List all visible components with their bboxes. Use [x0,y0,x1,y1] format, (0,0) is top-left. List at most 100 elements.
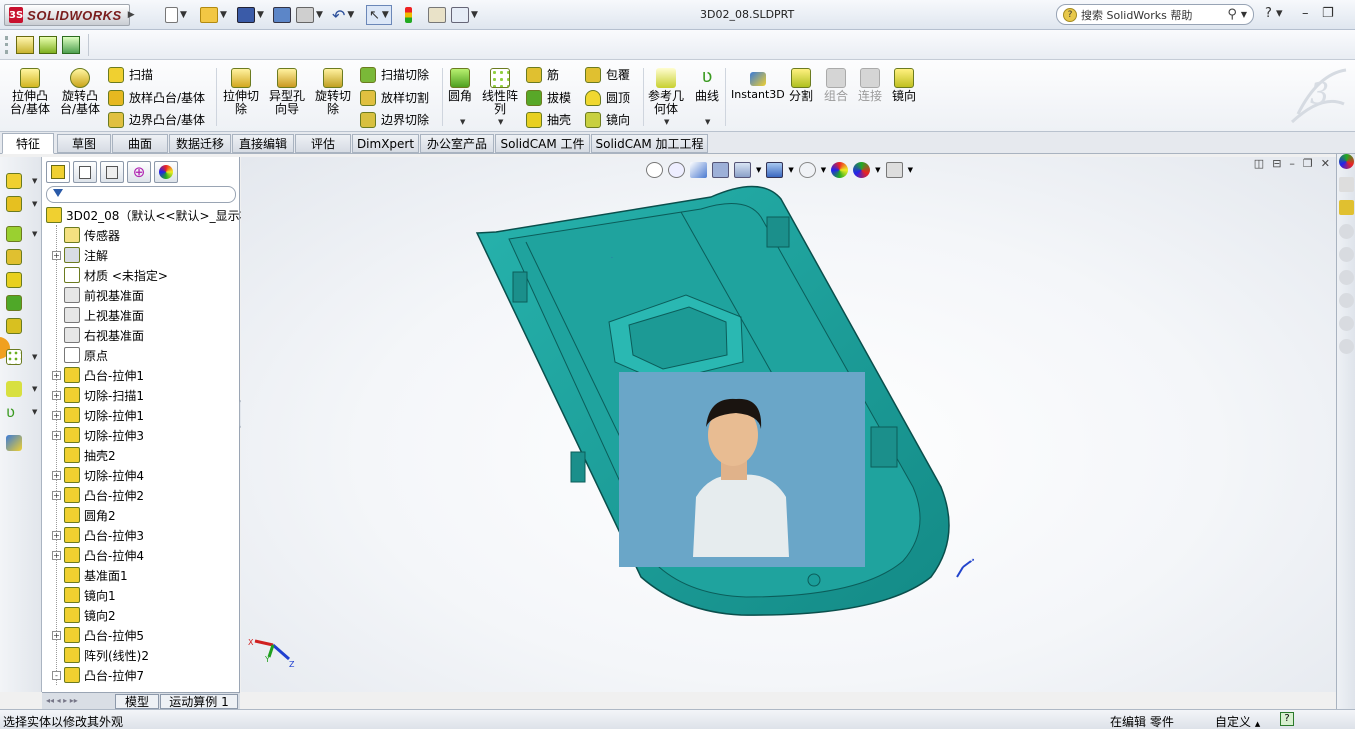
tree-item[interactable]: 上视基准面 [52,305,144,325]
tree-item[interactable]: 传感器 [52,225,120,245]
tab-sketch[interactable]: 草图 [57,134,111,153]
chevron-down-icon[interactable]: ▼ [32,353,37,361]
instant3d-icon[interactable] [6,435,22,451]
tab-features[interactable]: 特征 [2,133,54,154]
rebuild-button[interactable] [273,5,291,25]
loft-boss-button[interactable]: 放样凸台/基体 [108,89,205,106]
chevron-down-icon[interactable]: ▼ [32,200,37,208]
curves-icon[interactable]: ʋ [6,404,22,420]
hole-wizard-button[interactable]: 异型孔 向导 [269,68,305,116]
fillet-button[interactable]: 圆角 [448,68,472,103]
tree-item[interactable]: + 凸台-拉伸4 [52,545,144,565]
tree-item[interactable]: + 切除-扫描1 [52,385,144,405]
fillet-icon[interactable] [6,226,22,242]
scroll-arrows-icon[interactable]: ◂◂ ◂ ▸ ▸▸ [46,696,78,705]
revolve-boss-button[interactable]: 旋转凸 台/基体 [60,68,100,116]
tree-expander[interactable]: + [52,410,61,420]
boundary-cut-button[interactable]: 边界切除 [360,111,429,128]
revolve-cut-button[interactable]: 旋转切 除 [315,68,351,116]
units-selector[interactable]: 自定义 ▲ [1215,713,1260,729]
rib-icon[interactable] [6,249,22,265]
dome-button[interactable]: 圆顶 [585,89,630,106]
tree-item[interactable]: 抽壳2 [52,445,116,465]
tree-item[interactable]: 材质 <未指定> [52,265,168,285]
part-model[interactable]: · ↗ [241,157,1336,692]
search-icon[interactable] [1339,293,1354,308]
shell-button[interactable]: 抽壳 [526,111,571,128]
tree-expander[interactable]: + [52,250,61,260]
traffic-light-button[interactable] [405,5,412,25]
tree-item[interactable]: + 注解 [52,245,108,265]
tab-evaluate[interactable]: 评估 [295,134,351,153]
toolbox-icon[interactable] [1339,339,1354,354]
new-document-button[interactable]: ▼ [165,5,187,25]
solidworks-logo[interactable]: 3S SOLIDWORKS ▶ [4,4,135,26]
featuremanager-tab[interactable] [46,161,70,183]
chevron-down-icon[interactable]: ▼ [32,230,37,238]
rib-button[interactable]: 筋 [526,66,559,83]
tree-expander[interactable]: - [52,670,61,680]
tree-item[interactable]: 镜向2 [52,605,116,625]
tab-office-products[interactable]: 办公室产品 [420,134,494,153]
tab-dimxpert[interactable]: DimXpert [352,134,419,153]
tab-data-migration[interactable]: 数据迁移 [169,134,231,153]
custom-properties-icon[interactable] [1339,270,1354,285]
open-button[interactable]: ▼ [200,5,227,25]
mirror-small-button[interactable]: 镜向 [585,111,630,128]
help-button[interactable]: ? ▾ [1265,6,1283,21]
propertymanager-tab[interactable] [73,161,97,183]
chevron-down-icon[interactable]: ▼ [705,118,710,126]
tree-item[interactable]: 基准面1 [52,565,128,585]
hole-icon[interactable] [6,318,22,334]
curves-button[interactable]: ʋ 曲线 [695,68,719,103]
tree-expander[interactable]: + [52,550,61,560]
chevron-down-icon[interactable]: ▼ [498,118,503,126]
tab-direct-editing[interactable]: 直接编辑 [232,134,294,153]
chevron-down-icon[interactable]: ▼ [664,118,669,126]
select-button[interactable]: ↖ ▼ [366,5,392,25]
sweep-button[interactable]: 扫描 [108,66,153,83]
chevron-down-icon[interactable]: ▼ [32,385,37,393]
shell-icon[interactable] [6,272,22,288]
tab-motion-study[interactable]: 运动算例 1 [160,694,238,709]
tree-expander[interactable]: + [52,490,61,500]
tree-item[interactable]: 原点 [52,345,108,365]
file-properties-button[interactable] [428,5,446,25]
extrude-boss-button[interactable]: 拉伸凸 台/基体 [10,68,50,116]
tree-filter-input[interactable] [46,186,236,203]
tab-model[interactable]: 模型 [115,694,159,709]
save-button[interactable]: ▼ [237,5,264,25]
quick-tips-button[interactable]: ? [1280,712,1294,726]
dimxpertmanager-tab[interactable]: ⊕ [127,161,151,183]
configurationmanager-tab[interactable] [100,161,124,183]
boundary-boss-button[interactable]: 边界凸台/基体 [108,111,205,128]
extrude-icon[interactable] [6,173,22,189]
chevron-down-icon[interactable]: ▼ [460,118,465,126]
tree-item[interactable]: + 切除-拉伸1 [52,405,144,425]
draft-icon[interactable] [6,295,22,311]
displaymanager-tab[interactable] [154,161,178,183]
extrude-cut-button[interactable]: 拉伸切 除 [223,68,259,116]
reference-geometry-icon[interactable] [6,381,22,397]
tree-item[interactable]: + 凸台-拉伸1 [52,365,144,385]
tree-expander[interactable]: + [52,390,61,400]
tree-item[interactable]: 圆角2 [52,505,116,525]
feature-icon[interactable] [16,36,34,54]
restore-icon[interactable]: ❐ [1322,6,1334,21]
tree-item[interactable]: 阵列(线性)2 [52,645,149,665]
tree-item[interactable]: - 凸台-拉伸7 [52,665,144,685]
toolbar-grip[interactable] [5,36,8,54]
tree-expander[interactable]: + [52,530,61,540]
tree-item[interactable]: + 凸台-拉伸5 [52,625,144,645]
tree-item[interactable]: + 凸台-拉伸2 [52,485,144,505]
instant3d-button[interactable]: Instant3D [731,68,785,101]
solidworks-resources-icon[interactable] [1339,154,1354,169]
design-library-icon[interactable] [1339,177,1354,192]
swept-cut-button[interactable]: 扫描切除 [360,66,429,83]
help-search-input[interactable]: ? 搜索 SolidWorks 帮助 ⚲ ▼ [1056,4,1254,25]
tree-item[interactable]: 右视基准面 [52,325,144,345]
linear-pattern-button[interactable]: 线性阵 列 [482,68,518,116]
view-palette-icon[interactable] [1339,224,1354,239]
search-icon[interactable]: ⚲ [1227,7,1237,22]
tree-root[interactable]: 3D02_08（默认<<默认>_显示状 [46,205,252,225]
